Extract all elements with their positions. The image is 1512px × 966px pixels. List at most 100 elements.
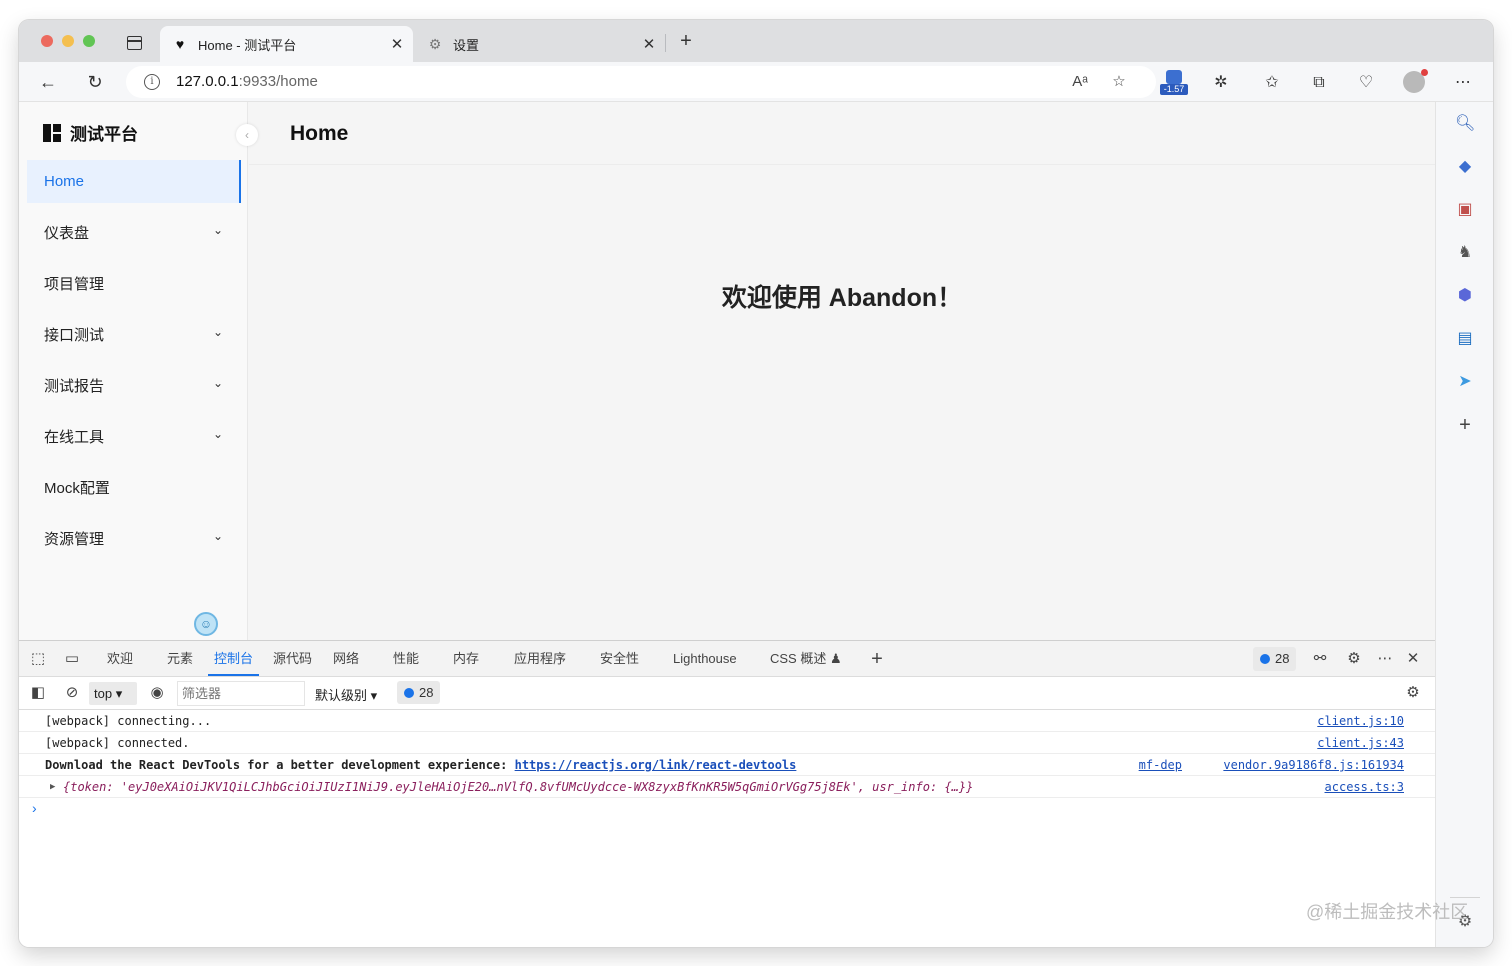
tab-bar: ♥ Home - 测试平台 ✕ ⚙ 设置 ✕ + (19, 20, 1493, 62)
tab-memory[interactable]: 内存 (453, 641, 479, 676)
minimize-window-button[interactable] (62, 35, 74, 47)
close-devtools-icon[interactable]: ✕ (1403, 649, 1423, 669)
office-icon[interactable]: ⬢ (1455, 286, 1475, 306)
more-menu-icon[interactable]: ⋯ (1452, 72, 1474, 94)
tab-divider (665, 34, 666, 52)
collapse-sidebar-button[interactable]: ‹ (236, 124, 258, 146)
console-message: [webpack] connected. client.js:43 (19, 732, 1435, 754)
sidebar-item-projects[interactable]: 项目管理 (27, 262, 241, 305)
log-levels-dropdown[interactable]: 默认级别 ▾ (315, 685, 377, 704)
live-expression-eye-icon[interactable]: ◉ (147, 683, 167, 703)
send-icon[interactable]: ➤ (1455, 372, 1475, 392)
extensions-puzzle-icon[interactable]: ✲ (1210, 72, 1232, 94)
header-divider (249, 164, 1435, 165)
chevron-down-icon: ⌄ (212, 529, 223, 543)
tab-security[interactable]: 安全性 (600, 641, 639, 676)
new-tab-button[interactable]: + (675, 30, 697, 52)
issues-counter[interactable]: 28 (1253, 647, 1297, 671)
devtools-settings-gear-icon[interactable]: ⚙ (1344, 649, 1364, 669)
games-chess-icon[interactable]: ♞ (1455, 243, 1475, 263)
device-toolbar-icon[interactable]: ▭ (62, 649, 82, 669)
message-bubble-icon (404, 687, 414, 698)
sidebar-item-resources[interactable]: 资源管理 ⌄ (27, 517, 241, 560)
site-info-icon[interactable]: i (144, 74, 160, 90)
close-tab-icon[interactable]: ✕ (641, 35, 657, 53)
tab-network[interactable]: 网络 (333, 641, 359, 676)
tab-lighthouse[interactable]: Lighthouse (673, 641, 737, 676)
chevron-down-icon: ⌄ (212, 376, 223, 390)
console-message[interactable]: ▶ {token: 'eyJ0eXAiOiJKV1QiLCJhbGciOiJIU… (19, 776, 1435, 798)
performance-heart-icon[interactable]: ♡ (1355, 72, 1377, 94)
inspect-element-icon[interactable]: ⬚ (28, 649, 48, 669)
app-logo[interactable]: 测试平台 (43, 120, 138, 145)
outlook-icon[interactable]: ▤ (1455, 329, 1475, 349)
source-link[interactable]: client.js:43 (1317, 732, 1404, 754)
edge-sidebar: 🔍︎ ◆ ▣ ♞ ⬢ ▤ ➤ + ⚙ (1435, 102, 1493, 947)
dashboard-grid-icon (43, 123, 61, 142)
address-bar[interactable]: i 127.0.0.1:9933/home Aᵃ ☆ (126, 66, 1156, 98)
add-favorite-icon[interactable]: ☆ (1109, 72, 1129, 92)
sidebar-item-mock[interactable]: Mock配置 (27, 466, 241, 509)
browser-window: ♥ Home - 测试平台 ✕ ⚙ 设置 ✕ + ← ↻ i 127.0.0.1… (19, 20, 1493, 947)
react-devtools-link[interactable]: https://reactjs.org/link/react-devtools (515, 758, 797, 772)
watermark: @稀土掘金技术社区 (1306, 902, 1469, 922)
maximize-window-button[interactable] (83, 35, 95, 47)
tab-elements[interactable]: 元素 (167, 641, 193, 676)
url-text[interactable]: 127.0.0.1:9933/home (176, 73, 318, 90)
devtools-tab-bar: ⬚ ▭ 欢迎 元素 控制台 源代码 网络 性能 内存 应用程序 安全性 Ligh… (19, 641, 1435, 677)
console-message: Download the React DevTools for a better… (19, 754, 1435, 776)
address-toolbar: ← ↻ i 127.0.0.1:9933/home Aᵃ ☆ -1.57 ✲ ✩… (19, 62, 1493, 102)
tab-css-overview[interactable]: CSS 概述 ♟ (770, 641, 842, 676)
console-prompt-icon[interactable]: › (32, 800, 37, 816)
tab-actions-icon[interactable] (127, 36, 142, 50)
console-settings-gear-icon[interactable]: ⚙ (1403, 683, 1423, 703)
extension-icon[interactable]: -1.57 (1160, 70, 1188, 96)
tab-welcome[interactable]: 欢迎 (107, 641, 133, 676)
message-bubble-icon (1260, 654, 1270, 664)
console-message: [webpack] connecting... client.js:10 (19, 710, 1435, 732)
tab-application[interactable]: 应用程序 (514, 641, 566, 676)
source-link[interactable]: client.js:10 (1317, 710, 1404, 732)
tab-performance[interactable]: 性能 (393, 641, 419, 676)
add-sidebar-app-icon[interactable]: + (1455, 415, 1475, 435)
collections-icon[interactable]: ⧉ (1308, 72, 1330, 94)
assistant-bot-icon[interactable]: ☺ (194, 612, 218, 636)
clear-console-icon[interactable]: ⊘ (62, 683, 82, 703)
close-window-button[interactable] (41, 35, 53, 47)
console-sidebar-icon[interactable]: ◧ (28, 683, 48, 703)
source-link[interactable]: mf-dep (1139, 754, 1182, 776)
context-select[interactable]: top ▾ (89, 682, 137, 705)
devtools-more-icon[interactable]: ⋯ (1375, 649, 1395, 669)
search-icon[interactable]: 🔍︎ (1455, 114, 1475, 134)
page-viewport: 测试平台 Home 仪表盘 ⌄ 项目管理 接口测试 ⌄ 测试报告 ⌄ 在线工具 ⌄ Mo… (19, 102, 1435, 640)
source-link[interactable]: access.ts:3 (1325, 776, 1404, 798)
favorites-icon[interactable]: ✩ (1261, 72, 1283, 94)
shopping-tag-icon[interactable]: ◆ (1455, 157, 1475, 177)
more-tabs-plus-icon[interactable]: + (867, 649, 887, 669)
console-filter-input[interactable] (177, 681, 305, 706)
sidebar-item-api-test[interactable]: 接口测试 ⌄ (27, 313, 241, 356)
sidebar-menu: Home 仪表盘 ⌄ 项目管理 接口测试 ⌄ 测试报告 ⌄ 在线工具 ⌄ Mock配置 … (27, 160, 241, 568)
sidebar-item-reports[interactable]: 测试报告 ⌄ (27, 364, 241, 407)
read-aloud-icon[interactable]: Aᵃ (1070, 72, 1090, 92)
tab-sources[interactable]: 源代码 (273, 641, 312, 676)
close-tab-icon[interactable]: ✕ (389, 35, 405, 53)
sidebar-item-dashboard[interactable]: 仪表盘 ⌄ (27, 211, 241, 254)
tab-home[interactable]: ♥ Home - 测试平台 ✕ (160, 26, 413, 62)
console-toolbar: ◧ ⊘ top ▾ ◉ 默认级别 ▾ 28 ⚙ (19, 677, 1435, 710)
console-messages-counter[interactable]: 28 (397, 681, 441, 704)
connection-icon[interactable]: ⚯ (1310, 649, 1330, 669)
sidebar-item-online-tools[interactable]: 在线工具 ⌄ (27, 415, 241, 458)
app-name: 测试平台 (70, 125, 138, 144)
expand-triangle-icon[interactable]: ▶ (50, 776, 55, 798)
tab-console[interactable]: 控制台 (207, 641, 260, 676)
reload-button[interactable]: ↻ (83, 70, 107, 94)
chevron-down-icon: ⌄ (212, 325, 223, 339)
source-link[interactable]: vendor.9a9186f8.js:161934 (1223, 754, 1404, 776)
tools-briefcase-icon[interactable]: ▣ (1455, 200, 1475, 220)
sidebar-item-home[interactable]: Home (27, 160, 241, 203)
welcome-message: 欢迎使用 Abandon！ (721, 284, 963, 312)
tab-settings[interactable]: ⚙ 设置 ✕ (415, 26, 665, 62)
back-button[interactable]: ← (36, 70, 60, 94)
gear-icon: ⚙ (428, 35, 442, 52)
